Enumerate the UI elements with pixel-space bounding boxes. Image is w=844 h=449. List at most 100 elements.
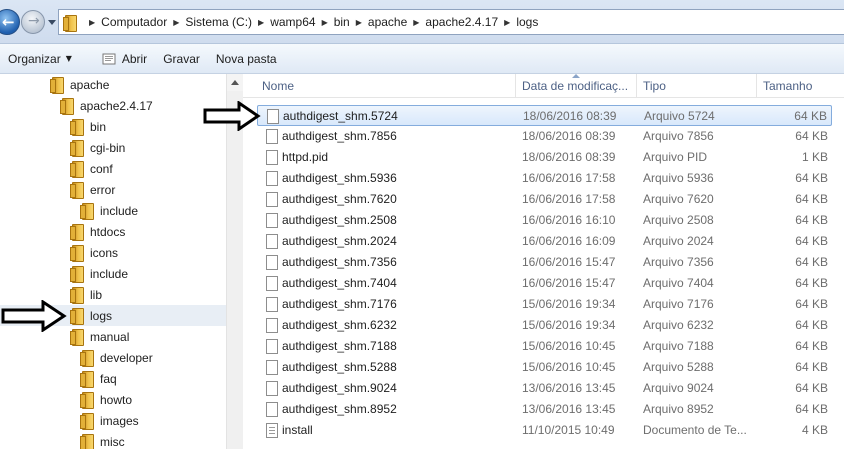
chevron-right-icon[interactable]: ▶ — [504, 18, 510, 27]
tree-item-include[interactable]: include — [80, 200, 138, 221]
breadcrumb-item[interactable]: Computador — [101, 15, 167, 29]
column-size[interactable]: Tamanho — [757, 74, 844, 98]
file-size: 1 KB — [801, 150, 828, 164]
file-row[interactable]: authdigest_shm.7176 15/06/2016 19:34 Arqui… — [257, 294, 832, 315]
tree-item-howto[interactable]: howto — [80, 389, 132, 410]
column-headers: Nome Data de modificaç... Tipo Tamanho — [243, 74, 844, 98]
file-type: Arquivo 2508 — [643, 213, 714, 227]
back-button[interactable]: ← — [0, 9, 20, 35]
file-name: authdigest_shm.7620 — [282, 192, 397, 206]
file-name: authdigest_shm.2508 — [282, 213, 397, 227]
folder-icon — [80, 371, 94, 388]
file-date: 15/06/2016 19:34 — [522, 297, 616, 311]
file-row[interactable]: authdigest_shm.7856 18/06/2016 08:39 Arqui… — [257, 126, 832, 147]
file-size: 64 KB — [795, 234, 828, 248]
file-date: 15/06/2016 19:34 — [522, 318, 616, 332]
file-date: 16/06/2016 17:58 — [522, 192, 616, 206]
new-folder-button[interactable]: Nova pasta — [208, 52, 285, 66]
file-name: authdigest_shm.6232 — [282, 318, 397, 332]
file-row[interactable]: authdigest_shm.7620 16/06/2016 17:58 Arqui… — [257, 189, 832, 210]
folder-icon — [80, 434, 94, 449]
folder-icon — [70, 182, 84, 199]
organize-button[interactable]: Organizar ▼ — [0, 52, 80, 66]
tree-item-label: htdocs — [90, 224, 126, 239]
tree-item-faq[interactable]: faq — [80, 368, 117, 389]
file-name: authdigest_shm.9024 — [282, 381, 397, 395]
folder-icon — [70, 140, 84, 157]
file-type: Arquivo 7620 — [643, 192, 714, 206]
folder-icon — [70, 161, 84, 178]
file-row[interactable]: authdigest_shm.7356 16/06/2016 15:47 Arqui… — [257, 252, 832, 273]
file-row[interactable]: install 11/10/2015 10:49 Documento de Te..… — [257, 420, 832, 441]
breadcrumb-item[interactable]: logs — [516, 15, 538, 29]
chevron-right-icon[interactable]: ▶ — [356, 18, 362, 27]
tree-item-label: include — [100, 203, 139, 218]
tree-item-bin[interactable]: bin — [70, 116, 106, 137]
file-type: Arquivo 7188 — [643, 339, 714, 353]
address-bar[interactable]: ▶ Computador ▶ Sistema (C:) ▶ wamp64 ▶ bin ▶ apac… — [58, 9, 844, 35]
file-size: 64 KB — [795, 339, 828, 353]
tree-item-error[interactable]: error — [70, 179, 115, 200]
tree-item-label: logs — [90, 308, 113, 323]
file-row[interactable]: authdigest_shm.5724 18/06/2016 08:39 Arqui… — [257, 105, 832, 126]
open-button[interactable]: Abrir — [94, 52, 155, 66]
chevron-right-icon[interactable]: ▶ — [173, 18, 179, 27]
file-row[interactable]: authdigest_shm.8952 13/06/2016 13:45 Arqui… — [257, 399, 832, 420]
tree-item-lib[interactable]: lib — [70, 284, 102, 305]
breadcrumb-item[interactable]: apache — [368, 15, 407, 29]
file-row[interactable]: authdigest_shm.2508 16/06/2016 16:10 Arqui… — [257, 210, 832, 231]
breadcrumb-item[interactable]: bin — [334, 15, 350, 29]
column-name[interactable]: Nome — [256, 74, 516, 98]
tree-item-icons[interactable]: icons — [70, 242, 118, 263]
chevron-right-icon[interactable]: ▶ — [322, 18, 328, 27]
tree-item-cgi-bin[interactable]: cgi-bin — [70, 137, 125, 158]
file-row[interactable]: authdigest_shm.5936 16/06/2016 17:58 Arqui… — [257, 168, 832, 189]
file-size: 4 KB — [801, 423, 828, 437]
chevron-right-icon[interactable]: ▶ — [258, 18, 264, 27]
file-size: 64 KB — [795, 402, 828, 416]
tree-item-manual[interactable]: manual — [70, 326, 129, 347]
file-row[interactable]: authdigest_shm.7404 16/06/2016 15:47 Arqui… — [257, 273, 832, 294]
tree-item-apache[interactable]: apache — [50, 74, 109, 95]
burn-label: Gravar — [163, 51, 200, 66]
file-type: Arquivo 7356 — [643, 255, 714, 269]
tree-item-conf[interactable]: conf — [70, 158, 113, 179]
folder-icon — [60, 98, 74, 115]
file-name: authdigest_shm.5936 — [282, 171, 397, 185]
file-icon — [266, 192, 278, 207]
tree-item-images[interactable]: images — [80, 410, 139, 431]
text-file-icon — [266, 423, 278, 438]
tree-item-label: bin — [90, 119, 107, 134]
file-row[interactable]: authdigest_shm.2024 16/06/2016 16:09 Arqui… — [257, 231, 832, 252]
file-row[interactable]: httpd.pid 18/06/2016 08:39 Arquivo PID 1 KB — [257, 147, 832, 168]
recent-pages-dropdown[interactable] — [47, 18, 57, 28]
tree-item-label: howto — [100, 392, 133, 407]
file-row[interactable]: authdigest_shm.5288 15/06/2016 10:45 Arqui… — [257, 357, 832, 378]
tree-item-label: developer — [100, 350, 153, 365]
breadcrumb-item[interactable]: Sistema (C:) — [185, 15, 252, 29]
file-row[interactable]: authdigest_shm.7188 15/06/2016 10:45 Arqui… — [257, 336, 832, 357]
file-type: Arquivo 5936 — [643, 171, 714, 185]
tree-item-include[interactable]: include — [70, 263, 128, 284]
tree-item-label: images — [100, 413, 139, 428]
chevron-right-icon[interactable]: ▶ — [89, 18, 95, 27]
chevron-right-icon[interactable]: ▶ — [413, 18, 419, 27]
tree-item-misc[interactable]: misc — [80, 431, 125, 449]
tree-item-developer[interactable]: developer — [80, 347, 153, 368]
file-date: 16/06/2016 17:58 — [522, 171, 616, 185]
file-size: 64 KB — [795, 318, 828, 332]
forward-button[interactable]: → — [21, 10, 45, 34]
tree-item-apache2-4-17[interactable]: apache2.4.17 — [60, 95, 153, 116]
scroll-up-button[interactable] — [227, 74, 244, 91]
file-row[interactable]: authdigest_shm.6232 15/06/2016 19:34 Arqui… — [257, 315, 832, 336]
tree-item-label: faq — [100, 371, 117, 386]
breadcrumb-item[interactable]: wamp64 — [270, 15, 315, 29]
burn-button[interactable]: Gravar — [155, 52, 208, 66]
tree-item-label: cgi-bin — [90, 140, 126, 155]
file-name: authdigest_shm.7404 — [282, 276, 397, 290]
file-icon — [266, 339, 278, 354]
tree-item-htdocs[interactable]: htdocs — [70, 221, 125, 242]
breadcrumb-item[interactable]: apache2.4.17 — [425, 15, 498, 29]
column-type[interactable]: Tipo — [637, 74, 757, 98]
file-row[interactable]: authdigest_shm.9024 13/06/2016 13:45 Arqui… — [257, 378, 832, 399]
